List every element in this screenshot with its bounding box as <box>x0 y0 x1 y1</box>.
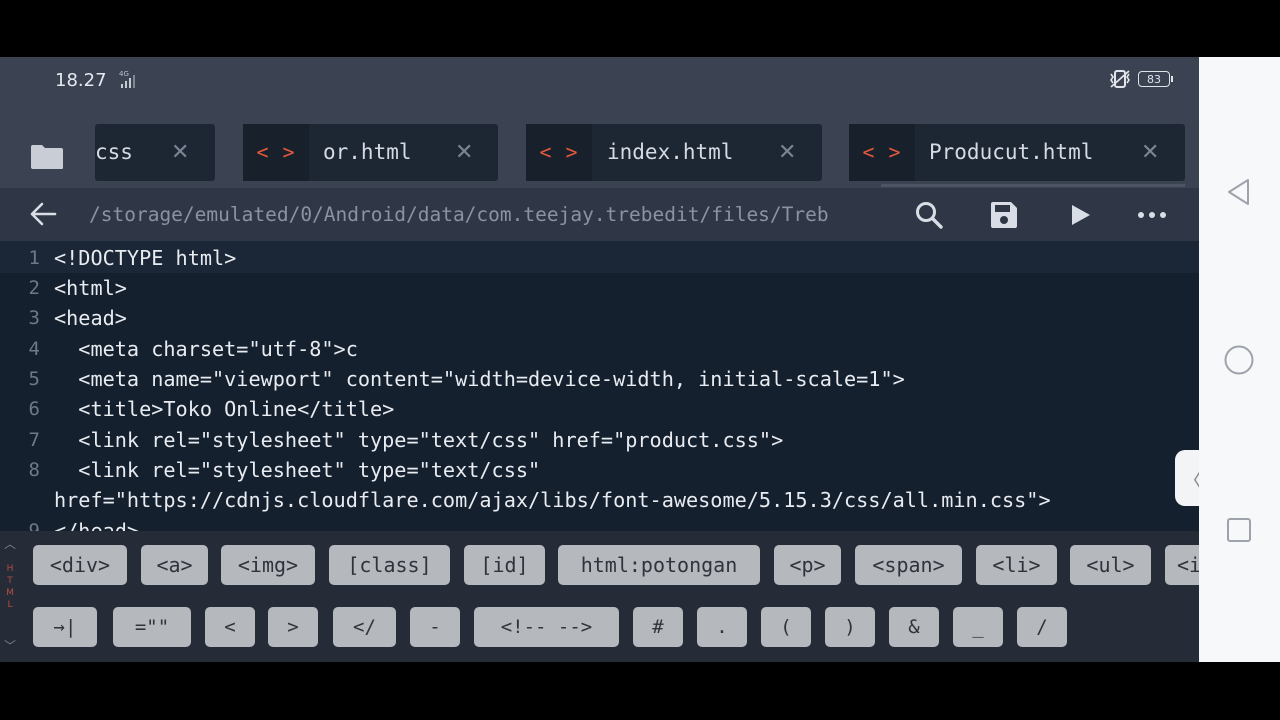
code-line: <html> <box>54 276 127 300</box>
status-time: 18.27 <box>55 70 107 91</box>
line-number: 5 <box>28 368 40 390</box>
language-letter: M <box>6 588 14 598</box>
line-number: 6 <box>28 398 40 420</box>
system-navigation-bar <box>1199 57 1280 662</box>
line-number: 2 <box>28 277 40 299</box>
tab-css[interactable]: css ✕ <box>95 124 215 181</box>
less-than-key[interactable]: < <box>205 607 255 647</box>
code-line: <meta name="viewport" content="width=dev… <box>54 367 905 391</box>
shortcut-key-panel: ︿ H T M L ﹀ <div> <a> <img> [class] [id]… <box>0 531 1199 662</box>
tab-key[interactable]: →| <box>33 607 97 647</box>
file-path: /storage/emulated/0/Android/data/com.tee… <box>89 203 829 226</box>
file-tab-bar: css ✕ < > or.html ✕ < > index.html ✕ < >… <box>0 124 1199 188</box>
chevron-up-icon[interactable]: ︿ <box>4 535 16 552</box>
underscore-key[interactable]: _ <box>953 607 1003 647</box>
line-number: 8 <box>28 459 40 481</box>
back-arrow-icon[interactable] <box>29 202 57 226</box>
tab-label: css <box>95 140 133 164</box>
close-tag-key[interactable]: </ <box>333 607 396 647</box>
snippet-key-div[interactable]: <div> <box>33 545 127 585</box>
signal-icon <box>121 75 135 88</box>
save-icon[interactable] <box>989 201 1019 229</box>
tab-label: index.html <box>607 140 734 164</box>
code-line: </head> <box>54 519 140 531</box>
line-number: 1 <box>28 247 40 269</box>
tab-label: or.html <box>323 140 412 164</box>
close-paren-key[interactable]: ) <box>825 607 875 647</box>
code-line: <link rel="stylesheet" type="text/css" h… <box>54 428 784 452</box>
language-label: H T M L <box>4 563 16 611</box>
snippet-key-id[interactable]: [id] <box>464 545 545 585</box>
tab-index-html[interactable]: < > index.html ✕ <box>526 124 822 181</box>
dash-key[interactable]: - <box>410 607 460 647</box>
language-letter: T <box>7 576 13 586</box>
nav-back-icon[interactable] <box>1226 178 1252 206</box>
path-toolbar: /storage/emulated/0/Android/data/com.tee… <box>0 188 1199 241</box>
nav-home-icon[interactable] <box>1224 345 1254 375</box>
line-number: 3 <box>28 307 40 329</box>
snippet-key-span[interactable]: <span> <box>855 545 962 585</box>
close-icon[interactable]: ✕ <box>171 124 189 181</box>
battery-indicator: 83 <box>1138 71 1173 87</box>
tab-label: Producut.html <box>929 140 1094 164</box>
tab-producut-html[interactable]: < > Producut.html ✕ <box>849 124 1185 187</box>
line-number: 4 <box>28 338 40 360</box>
chevron-down-icon[interactable]: ﹀ <box>4 637 16 654</box>
code-line: <meta charset="utf-8">c <box>54 337 358 361</box>
nav-recents-icon[interactable] <box>1226 517 1252 543</box>
code-line: href="https://cdnjs.cloudflare.com/ajax/… <box>54 488 1051 512</box>
line-number: 7 <box>28 429 40 451</box>
tab-or-html[interactable]: < > or.html ✕ <box>243 124 498 181</box>
search-icon[interactable] <box>914 201 944 229</box>
slash-key[interactable]: / <box>1017 607 1067 647</box>
greater-than-key[interactable]: > <box>268 607 318 647</box>
more-options-icon[interactable] <box>1137 201 1167 229</box>
close-icon[interactable]: ✕ <box>778 124 796 181</box>
snippet-key-class[interactable]: [class] <box>329 545 450 585</box>
folder-icon[interactable] <box>30 144 64 170</box>
language-letter: L <box>7 600 13 610</box>
dot-key[interactable]: . <box>697 607 747 647</box>
close-icon[interactable]: ✕ <box>455 124 473 181</box>
code-editor-app: 18.27 4G 83 css ✕ < > or.html ✕ < > inde… <box>0 57 1199 662</box>
open-paren-key[interactable]: ( <box>761 607 811 647</box>
snippet-key-p[interactable]: <p> <box>774 545 841 585</box>
code-line: <!DOCTYPE html> <box>54 246 237 270</box>
code-editor[interactable]: 1 2 3 4 5 6 7 8 9 <!DOCTYPE html> <html>… <box>0 241 1199 531</box>
side-panel-handle[interactable]: 〈 <box>1175 450 1203 506</box>
snippet-key-li[interactable]: <li> <box>976 545 1057 585</box>
snippet-key-a[interactable]: <a> <box>141 545 208 585</box>
snippet-key-potongan[interactable]: html:potongan <box>558 545 760 585</box>
snippet-key-ul[interactable]: <ul> <box>1070 545 1151 585</box>
close-icon[interactable]: ✕ <box>1141 124 1159 181</box>
snippet-key-img[interactable]: <img> <box>221 545 315 585</box>
status-bar: 18.27 4G 83 <box>0 57 1199 124</box>
code-line: <link rel="stylesheet" type="text/css" <box>54 458 541 482</box>
hash-key[interactable]: # <box>633 607 683 647</box>
code-line: <title>Toko Online</title> <box>54 397 395 421</box>
code-icon: < > <box>243 124 309 181</box>
code-line: <head> <box>54 306 127 330</box>
language-letter: H <box>6 564 14 574</box>
line-number: 9 <box>28 520 40 531</box>
code-icon: < > <box>849 124 915 181</box>
run-play-icon[interactable] <box>1066 201 1096 229</box>
comment-key[interactable]: <!-- --> <box>474 607 619 647</box>
ampersand-key[interactable]: & <box>889 607 939 647</box>
snippet-key-i[interactable]: <i <box>1165 545 1199 585</box>
vibrate-icon <box>1107 69 1133 94</box>
attribute-quote-key[interactable]: ="" <box>113 607 191 647</box>
code-icon: < > <box>526 124 592 181</box>
